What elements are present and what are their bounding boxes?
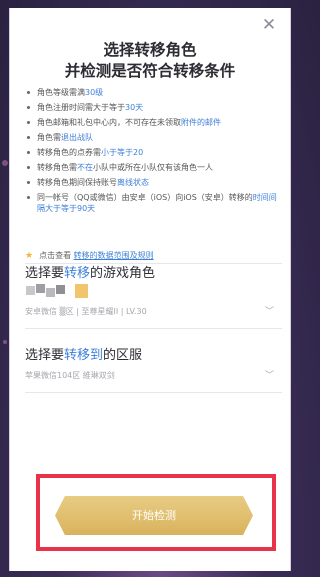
close-icon[interactable]: ✕ bbox=[260, 16, 278, 34]
role-section-title: 选择要转移的游戏角色 bbox=[25, 266, 156, 281]
divider bbox=[25, 328, 282, 329]
rules-tip: ★ 点击查看 转移的数据范围及规则 bbox=[25, 250, 154, 261]
sparkle bbox=[2, 160, 8, 166]
role-select-value: 安卓微信 ▒区 | 至尊星耀II | LV.30 bbox=[25, 307, 147, 316]
condition-item: 角色等级需满30级 bbox=[25, 87, 283, 98]
condition-item: 角色需退出战队 bbox=[25, 132, 283, 143]
title-line-2: 并检测是否符合转移条件 bbox=[64, 62, 236, 80]
sparkle bbox=[3, 340, 7, 344]
chevron-down-icon: ﹀ bbox=[264, 307, 274, 317]
server-select-value: 苹果微信104区 維琳双剑 bbox=[25, 371, 115, 380]
title-line-1: 选择转移角色 bbox=[103, 41, 197, 59]
dialog-title: 选择转移角色 并检测是否符合转移条件 bbox=[10, 40, 290, 82]
chevron-down-icon: ﹀ bbox=[264, 371, 274, 381]
condition-item: 同一帐号（QQ或微信）由安卓（iOS）向iOS（安卓）转移的时间间隔大于等于90… bbox=[25, 192, 283, 214]
condition-item: 转移角色期间保持账号离线状态 bbox=[25, 177, 283, 188]
divider bbox=[25, 392, 282, 393]
conditions-list: 角色等级需满30级 角色注册时间需大于等于30天 角色邮箱和礼包中心内，不可存在… bbox=[25, 87, 283, 218]
condition-item: 转移角色需不在小队中或所在小队仅有该角色一人 bbox=[25, 162, 283, 173]
rules-link[interactable]: 转移的数据范围及规则 bbox=[74, 251, 154, 260]
condition-item: 转移角色的点券需小于等于20 bbox=[25, 147, 283, 158]
role-select[interactable]: 安卓微信 ▒区 | 至尊星耀II | LV.30 ﹀ bbox=[25, 304, 282, 320]
condition-item: 角色注册时间需大于等于30天 bbox=[25, 102, 283, 113]
role-avatar bbox=[26, 284, 88, 300]
server-section-title: 选择要转移到的区服 bbox=[25, 348, 143, 363]
star-icon: ★ bbox=[25, 251, 34, 261]
start-check-button[interactable]: 开始检测 bbox=[55, 496, 253, 535]
condition-item: 角色邮箱和礼包中心内，不可存在未领取附件的邮件 bbox=[25, 117, 283, 128]
tip-prefix: 点击查看 bbox=[39, 251, 72, 260]
server-select[interactable]: 苹果微信104区 維琳双剑 ﹀ bbox=[25, 368, 282, 384]
